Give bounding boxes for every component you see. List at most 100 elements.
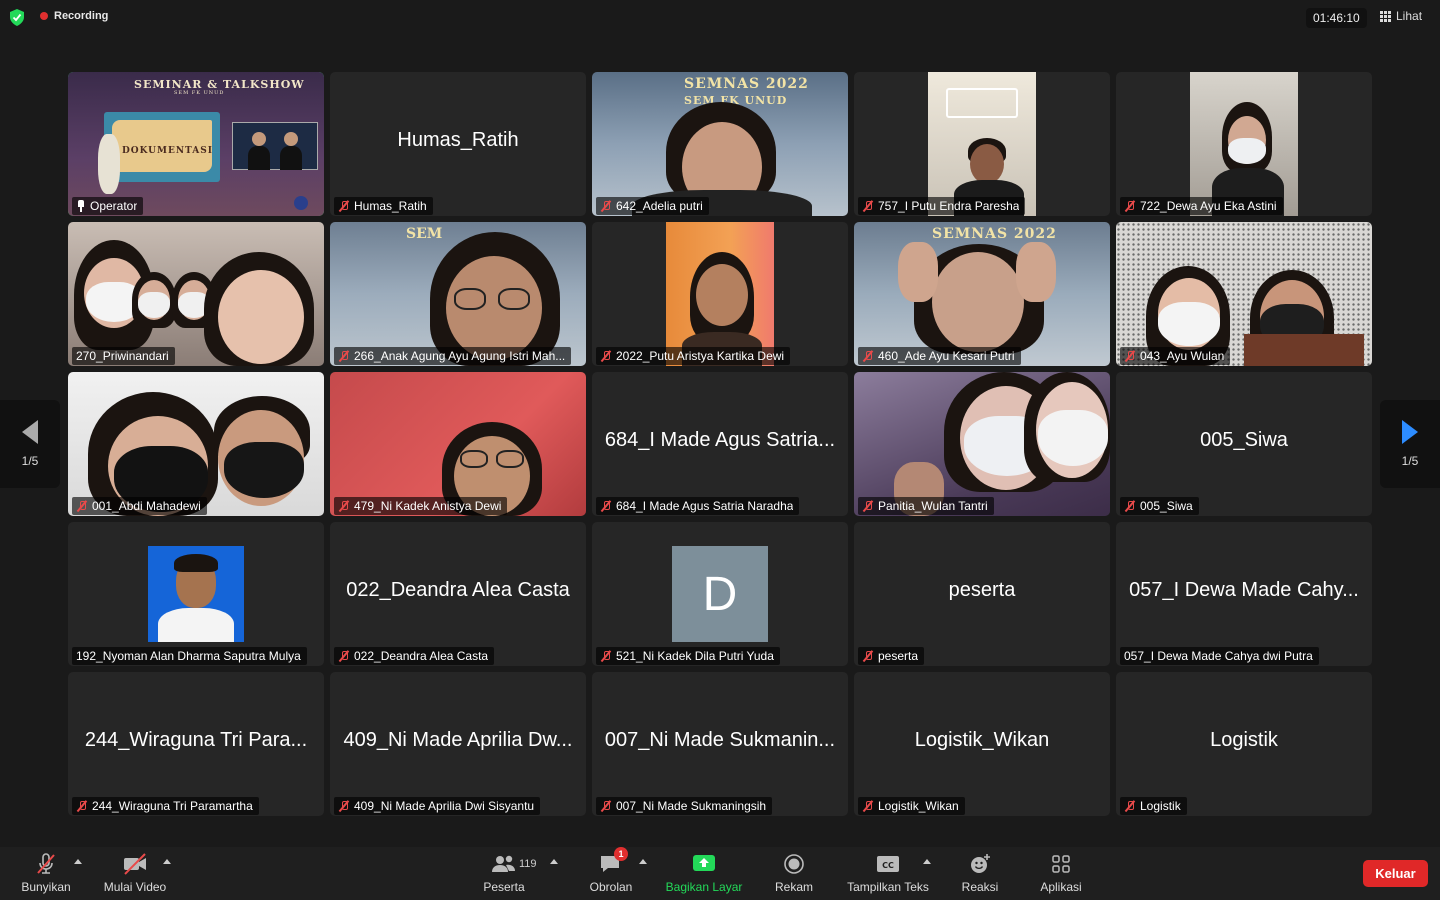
chat-options-chevron-icon[interactable] xyxy=(639,859,647,864)
profile-photo xyxy=(148,546,244,642)
participant-name-label: 479_Ni Kadek Anistya Dewi xyxy=(334,497,508,515)
closed-captions-icon: CC xyxy=(877,856,899,872)
mic-muted-icon xyxy=(862,800,874,812)
participant-tile[interactable]: Logistik_Wikan Logistik_Wikan xyxy=(854,672,1110,816)
participant-name-label: 005_Siwa xyxy=(1120,497,1199,515)
participants-options-chevron-icon[interactable] xyxy=(550,859,558,864)
apps-icon xyxy=(1052,855,1070,873)
participant-tile[interactable]: 244_Wiraguna Tri Para... 244_Wiraguna Tri… xyxy=(68,672,324,816)
audio-options-chevron-icon[interactable] xyxy=(74,859,82,864)
video-feed: SEMNAS 2022 xyxy=(854,222,1110,366)
share-screen-label: Bagikan Layar xyxy=(665,880,743,894)
participant-name-label: 043_Ayu Wulan xyxy=(1120,347,1231,365)
security-shield-icon[interactable] xyxy=(9,9,25,26)
previous-page-button[interactable]: 1/5 xyxy=(0,400,60,488)
participant-name-label: 057_I Dewa Made Cahya dwi Putra xyxy=(1120,647,1319,665)
view-label: Lihat xyxy=(1396,9,1423,23)
participant-name: 043_Ayu Wulan xyxy=(1140,349,1225,363)
video-options-chevron-icon[interactable] xyxy=(163,859,171,864)
participant-name: 684_I Made Agus Satria Naradha xyxy=(616,499,794,513)
participant-tile[interactable]: Humas_Ratih Humas_Ratih xyxy=(330,72,586,216)
participant-tile[interactable]: 001_Abdi Mahadewi xyxy=(68,372,324,516)
captions-options-chevron-icon[interactable] xyxy=(923,859,931,864)
mic-muted-icon xyxy=(862,650,874,662)
page-indicator-right: 1/5 xyxy=(1401,454,1419,468)
participant-tile[interactable]: SEM 266_Anak Agung Ayu Agung Istri Mah..… xyxy=(330,222,586,366)
participant-name-label: Logistik xyxy=(1120,797,1187,815)
participant-name: Logistik_Wikan xyxy=(878,799,959,813)
participant-tile[interactable]: 722_Dewa Ayu Eka Astini xyxy=(1116,72,1372,216)
recording-indicator[interactable]: Recording xyxy=(40,10,108,22)
participant-tile[interactable]: 007_Ni Made Sukmanin... 007_Ni Made Sukma… xyxy=(592,672,848,816)
record-button[interactable]: Rekam xyxy=(770,847,818,900)
recording-label: Recording xyxy=(54,10,109,22)
unmute-button[interactable]: Bunyikan xyxy=(18,847,74,900)
participants-button[interactable]: 119 Peserta xyxy=(478,847,537,900)
participant-name-label: 266_Anak Agung Ayu Agung Istri Mah... xyxy=(334,347,572,365)
participant-name-label: Humas_Ratih xyxy=(334,197,433,215)
participant-tile[interactable]: peserta peserta xyxy=(854,522,1110,666)
participant-tile[interactable]: 005_Siwa 005_Siwa xyxy=(1116,372,1372,516)
participant-tile[interactable]: 757_I Putu Endra Paresha xyxy=(854,72,1110,216)
participants-icon xyxy=(492,855,515,872)
arrow-left-icon xyxy=(22,420,38,444)
participant-tile[interactable]: 043_Ayu Wulan xyxy=(1116,222,1372,366)
mic-muted-icon xyxy=(600,200,612,212)
participant-name: 2022_Putu Aristya Kartika Dewi xyxy=(616,349,785,363)
participant-name-label: 642_Adelia putri xyxy=(596,197,709,215)
mic-muted-icon xyxy=(1124,800,1136,812)
apps-button[interactable]: Aplikasi xyxy=(1034,847,1088,900)
participant-tile[interactable]: SEMINAR & TALKSHOW SEM FK UNUD DOKUMENTA… xyxy=(68,72,324,216)
participant-tile[interactable]: 192_Nyoman Alan Dharma Saputra Mulya xyxy=(68,522,324,666)
seminar-banner-subtitle: SEM FK UNUD xyxy=(174,90,225,96)
next-page-button[interactable]: 1/5 xyxy=(1380,400,1440,488)
participant-name-label: 409_Ni Made Aprilia Dwi Sisyantu xyxy=(334,797,541,815)
participant-name-label: 722_Dewa Ayu Eka Astini xyxy=(1120,197,1283,215)
participant-name: 266_Anak Agung Ayu Agung Istri Mah... xyxy=(354,349,566,363)
chat-button[interactable]: 1 Obrolan xyxy=(585,847,637,900)
participant-tile[interactable]: SEMNAS 2022 SEM FK UNUD 642_Adelia putri xyxy=(592,72,848,216)
share-screen-button[interactable]: Bagikan Layar xyxy=(660,847,748,900)
video-feed: SEMNAS 2022 SEM FK UNUD xyxy=(592,72,848,216)
video-camera-off-icon xyxy=(124,853,146,875)
participant-tile[interactable]: Logistik Logistik xyxy=(1116,672,1372,816)
participant-tile[interactable]: 409_Ni Made Aprilia Dw... 409_Ni Made Apr… xyxy=(330,672,586,816)
participant-tile[interactable]: 057_I Dewa Made Cahy... 057_I Dewa Made C… xyxy=(1116,522,1372,666)
spotlight-pin-icon xyxy=(76,200,86,212)
participant-name: Logistik xyxy=(1140,799,1181,813)
participant-name: 001_Abdi Mahadewi xyxy=(92,499,201,513)
chat-unread-badge: 1 xyxy=(614,847,628,861)
participant-tile[interactable]: Panitia_Wulan Tantri xyxy=(854,372,1110,516)
participant-name-label: 001_Abdi Mahadewi xyxy=(72,497,207,515)
mic-muted-icon xyxy=(600,650,612,662)
participant-tile[interactable]: D 521_Ni Kadek Dila Putri Yuda xyxy=(592,522,848,666)
captions-button[interactable]: CC Tampilkan Teks xyxy=(842,847,934,900)
participant-name-label: 757_I Putu Endra Paresha xyxy=(858,197,1026,215)
participant-tile[interactable]: 684_I Made Agus Satria... 684_I Made Agus… xyxy=(592,372,848,516)
participant-tile[interactable]: 2022_Putu Aristya Kartika Dewi xyxy=(592,222,848,366)
participant-tile[interactable]: SEMNAS 2022 460_Ade Ayu Kesari Putri xyxy=(854,222,1110,366)
reactions-button[interactable]: Reaksi xyxy=(956,847,1004,900)
participant-name: 479_Ni Kadek Anistya Dewi xyxy=(354,499,502,513)
participant-display-name: 007_Ni Made Sukmanin... xyxy=(604,729,836,751)
participant-display-name: Humas_Ratih xyxy=(397,129,519,151)
participant-display-name: Logistik xyxy=(1210,729,1278,751)
video-feed xyxy=(854,372,1110,516)
leave-meeting-button[interactable]: Keluar xyxy=(1363,860,1428,887)
chat-icon-wrap: 1 xyxy=(598,847,628,875)
participant-name: 007_Ni Made Sukmaningsih xyxy=(616,799,767,813)
view-button[interactable]: Lihat xyxy=(1380,9,1422,23)
participants-icon-wrap: 119 xyxy=(491,853,537,875)
participant-tile[interactable]: 022_Deandra Alea Casta 022_Deandra Alea C… xyxy=(330,522,586,666)
participant-tile[interactable]: 479_Ni Kadek Anistya Dewi xyxy=(330,372,586,516)
participant-display-name: 684_I Made Agus Satria... xyxy=(604,429,836,451)
participant-tile[interactable]: 270_Priwinandari xyxy=(68,222,324,366)
participant-display-name: 005_Siwa xyxy=(1200,429,1288,451)
video-feed xyxy=(68,372,324,516)
participant-name-label: peserta xyxy=(858,647,925,665)
participant-name: 022_Deandra Alea Casta xyxy=(354,649,489,663)
participant-name: 722_Dewa Ayu Eka Astini xyxy=(1140,199,1277,213)
video-feed: SEM xyxy=(330,222,586,366)
start-video-button[interactable]: Mulai Video xyxy=(100,847,170,900)
mic-muted-icon xyxy=(338,500,350,512)
